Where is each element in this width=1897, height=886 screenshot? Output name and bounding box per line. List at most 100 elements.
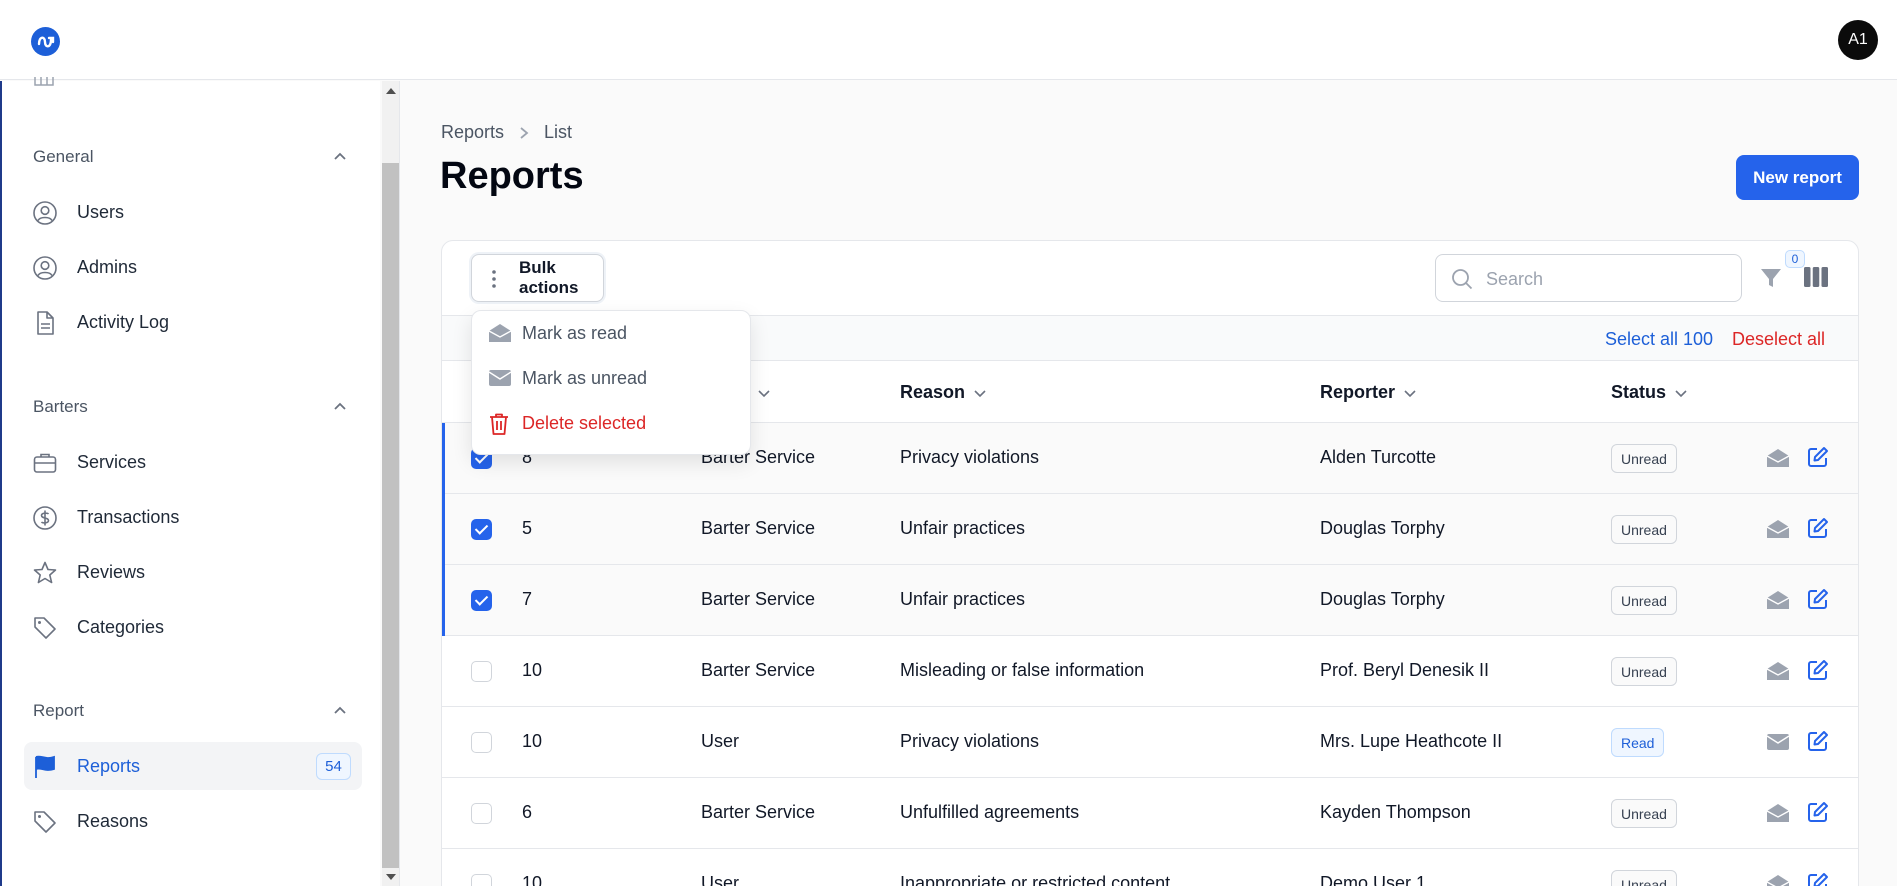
cell-id: 7 (522, 589, 533, 609)
breadcrumb-reports[interactable]: Reports (441, 122, 504, 143)
new-report-button[interactable]: New report (1736, 155, 1859, 200)
mark-unread-icon[interactable] (1766, 731, 1790, 758)
row-checkbox[interactable] (471, 519, 492, 540)
star-icon (33, 561, 57, 584)
briefcase-icon (33, 453, 57, 473)
cell-reporter: Douglas Torphy (1320, 589, 1445, 609)
envelope-open-icon (488, 324, 512, 342)
menu-item-mark-as-read[interactable]: Mark as read (472, 311, 752, 355)
row-checkbox[interactable] (471, 590, 492, 611)
sidebar: General Users Admins Activity Log Barter… (0, 77, 380, 886)
table-row[interactable]: 7 Barter Service Unfair practices Douglas T… (442, 565, 1858, 636)
chevron-down-icon (1404, 389, 1416, 397)
mark-read-icon[interactable] (1766, 873, 1790, 886)
cell-reason: Inappropriate or restricted content (900, 873, 1171, 886)
edit-icon[interactable] (1807, 872, 1829, 886)
edit-icon[interactable] (1807, 588, 1829, 615)
menu-item-label: Mark as unread (522, 367, 648, 388)
breadcrumb: Reports List (441, 122, 572, 143)
nav-group-report[interactable]: Report (33, 701, 84, 721)
sidebar-item-activity-log[interactable]: Activity Log (24, 298, 362, 346)
status-badge: Unread (1611, 799, 1677, 828)
sidebar-item-reviews[interactable]: Reviews (24, 548, 362, 596)
app-logo-icon[interactable] (31, 27, 60, 56)
mark-read-icon[interactable] (1766, 447, 1790, 474)
nav-group-general[interactable]: General (33, 147, 93, 167)
sidebar-item-transactions[interactable]: Transactions (24, 493, 362, 541)
breadcrumb-list: List (544, 122, 573, 142)
user-circle-icon (33, 256, 57, 280)
cell-id: 10 (522, 660, 543, 680)
edit-icon[interactable] (1807, 446, 1829, 473)
table-row[interactable]: 6 Barter Service Unfulfilled agreements Kay… (442, 778, 1858, 849)
bulk-actions-button[interactable]: Bulk actions (471, 254, 604, 302)
cell-type: Barter Service (701, 589, 816, 609)
mark-read-icon[interactable] (1766, 660, 1790, 687)
chevron-up-icon[interactable] (332, 703, 348, 719)
sidebar-item-label: Users (77, 201, 125, 222)
deselect-all-link[interactable]: Deselect all (1732, 329, 1825, 350)
cell-reporter: Demo User 1 (1320, 873, 1427, 886)
edit-icon[interactable] (1807, 517, 1829, 544)
scroll-down-arrow-icon[interactable] (386, 874, 396, 880)
table-row[interactable]: 10 User Privacy violations Mrs. Lupe Heathc… (442, 707, 1858, 778)
sidebar-item-label: Admins (77, 256, 138, 277)
row-checkbox[interactable] (471, 874, 492, 886)
search-input[interactable] (1486, 267, 1726, 291)
mark-read-icon[interactable] (1766, 589, 1790, 616)
column-header-reason[interactable]: Reason (900, 382, 987, 403)
status-badge: Unread (1611, 515, 1677, 544)
status-badge: Unread (1611, 586, 1677, 615)
chevron-down-icon (974, 389, 986, 397)
edit-icon[interactable] (1807, 801, 1829, 828)
trash-icon (490, 413, 508, 435)
chevron-up-icon[interactable] (332, 399, 348, 415)
user-circle-icon (33, 201, 57, 225)
cell-id: 10 (522, 731, 543, 751)
cell-id: 10 (522, 873, 543, 886)
tag-icon (34, 617, 56, 639)
table-row[interactable]: 10 User Inappropriate or restricted conten… (442, 849, 1858, 886)
divider (399, 81, 400, 886)
table-row[interactable]: 5 Barter Service Unfair practices Douglas T… (442, 494, 1858, 565)
nav-group-barters[interactable]: Barters (33, 397, 88, 417)
cell-type: Barter Service (701, 660, 816, 680)
table-row[interactable]: 10 Barter Service Misleading or false info… (442, 636, 1858, 707)
mark-read-icon[interactable] (1766, 802, 1790, 829)
flag-icon (35, 755, 55, 778)
top-bar: A1 (0, 0, 1897, 80)
sidebar-item-reasons[interactable]: Reasons (24, 797, 362, 845)
vertical-dots-icon (492, 270, 496, 288)
sidebar-item-reports[interactable]: Reports 54 (24, 742, 362, 790)
row-checkbox[interactable] (471, 732, 492, 753)
filter-icon[interactable] (1760, 267, 1782, 289)
edit-icon[interactable] (1807, 730, 1829, 757)
chevron-up-icon[interactable] (332, 149, 348, 165)
sidebar-item-admins[interactable]: Admins (24, 243, 362, 291)
status-badge: Unread (1611, 870, 1677, 886)
row-checkbox[interactable] (471, 661, 492, 682)
column-header-status[interactable]: Status (1611, 382, 1688, 403)
columns-icon[interactable] (1804, 267, 1828, 287)
scrollbar-thumb[interactable] (382, 163, 399, 868)
cell-reporter: Prof. Beryl Denesik II (1320, 660, 1490, 680)
sidebar-item-users[interactable]: Users (24, 188, 362, 236)
cell-reporter: Douglas Torphy (1320, 518, 1445, 538)
menu-item-delete-selected[interactable]: Delete selected (472, 401, 752, 445)
cell-reason: Unfair practices (900, 589, 1026, 609)
scroll-up-arrow-icon[interactable] (386, 88, 396, 94)
menu-item-mark-as-unread[interactable]: Mark as unread (472, 356, 752, 400)
sidebar-item-services[interactable]: Services (24, 438, 362, 486)
mark-read-icon[interactable] (1766, 518, 1790, 545)
column-header-reporter[interactable]: Reporter (1320, 382, 1417, 403)
sidebar-item-label: Transactions (77, 506, 180, 527)
edit-icon[interactable] (1807, 659, 1829, 686)
cell-reason: Unfulfilled agreements (900, 802, 1080, 822)
search-box[interactable] (1435, 254, 1742, 302)
column-header-label: Status (1611, 382, 1667, 402)
sidebar-item-categories[interactable]: Categories (24, 603, 362, 651)
user-avatar[interactable]: A1 (1838, 20, 1878, 60)
select-all-link[interactable]: Select all 100 (1605, 329, 1713, 350)
sidebar-scrollbar[interactable] (382, 81, 399, 886)
row-checkbox[interactable] (471, 803, 492, 824)
